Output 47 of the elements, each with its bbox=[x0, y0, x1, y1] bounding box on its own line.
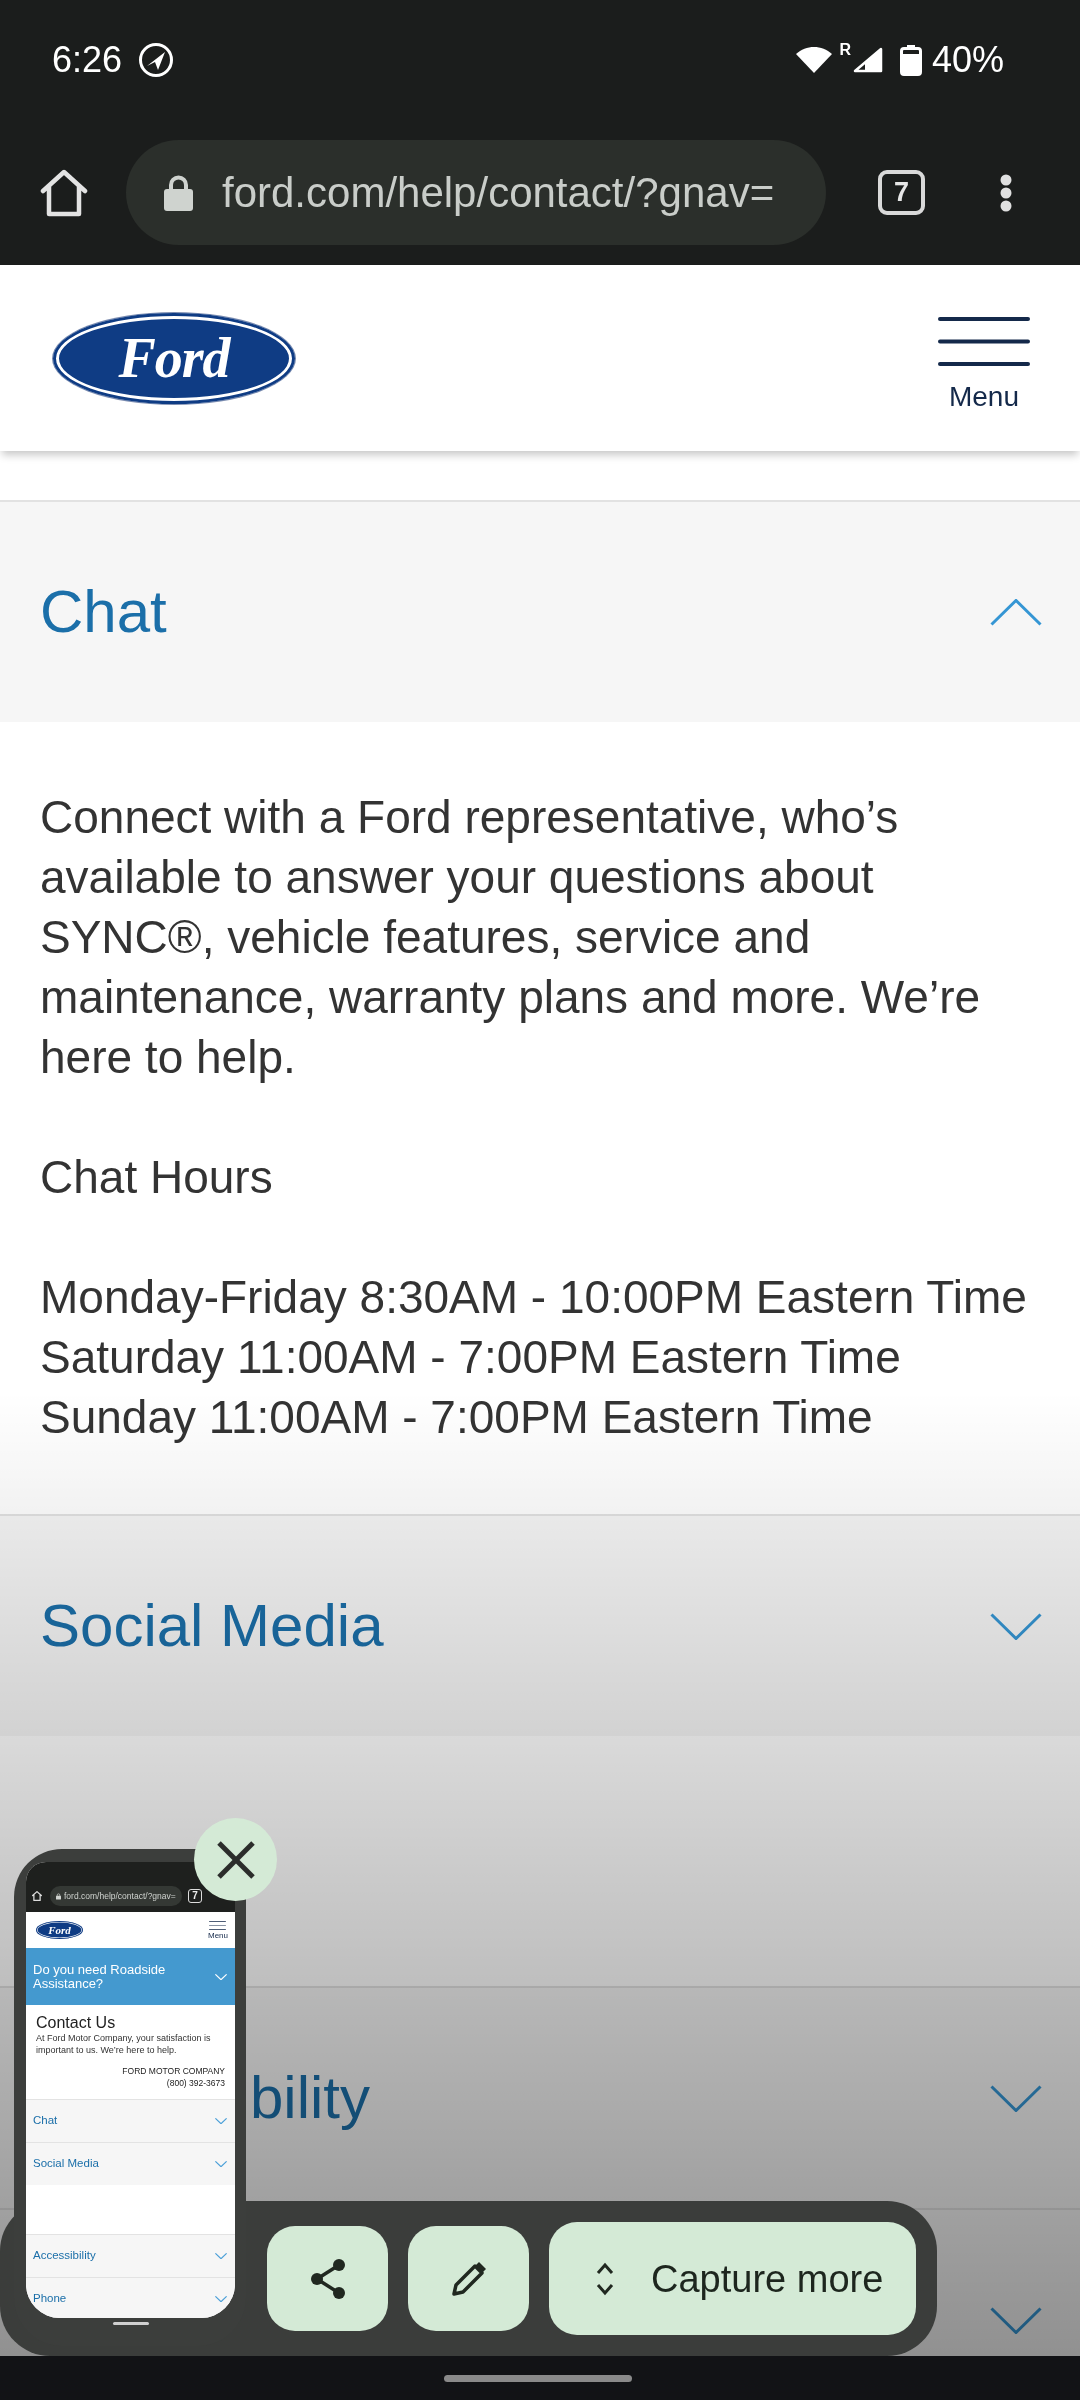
home-icon[interactable] bbox=[40, 168, 88, 217]
roaming-indicator: R bbox=[839, 42, 851, 58]
accordion-header[interactable]: Chat bbox=[0, 502, 1080, 722]
logo-wordmark: Ford bbox=[118, 330, 230, 386]
close-icon bbox=[215, 1839, 256, 1880]
chevron-down-icon bbox=[215, 1973, 227, 1980]
expand-icon bbox=[596, 2261, 614, 2296]
mini-phone-number: (800) 392-3673 bbox=[166, 2077, 225, 2089]
hours-heading: Chat Hours bbox=[40, 1150, 274, 1205]
banner-text: Do you need Roadside Assistance? bbox=[33, 1963, 167, 1990]
mini-intro-text: At Ford Motor Company, your satisfaction is important to us. We’re here to help. bbox=[36, 2033, 212, 2056]
mini-home-icon bbox=[32, 1891, 42, 1901]
share-button[interactable] bbox=[267, 2226, 388, 2331]
battery-icon bbox=[899, 44, 922, 76]
mini-accordion-title: Phone bbox=[33, 2293, 67, 2305]
address-bar[interactable]: ford.com/help/contact/?gnav= bbox=[126, 140, 826, 245]
hours-text: Sunday 11:00AM - 7:00PM Eastern Time bbox=[40, 1390, 874, 1445]
capture-more-button[interactable]: Capture more bbox=[549, 2222, 916, 2335]
mini-menu-label: Menu bbox=[208, 1931, 228, 1940]
hours-text: Saturday 11:00AM - 7:00PM Eastern Time bbox=[40, 1330, 902, 1385]
mini-address-bar: ford.com/help/contact/?gnav= bbox=[50, 1886, 182, 1906]
mini-logo-wordmark: Ford bbox=[48, 1924, 71, 1936]
lock-icon bbox=[164, 174, 193, 211]
hours-text: Monday-Friday 8:30AM - 10:00PM Eastern Time bbox=[40, 1270, 1028, 1325]
menu-icon bbox=[938, 317, 1030, 366]
share-icon bbox=[309, 2258, 346, 2299]
wifi-icon bbox=[795, 46, 834, 74]
menu-button[interactable]: Menu bbox=[938, 305, 1030, 411]
mini-company-name: FORD MOTOR COMPANY bbox=[122, 2065, 225, 2077]
pencil-icon bbox=[450, 2260, 487, 2297]
clock-text: 6:26 bbox=[52, 42, 123, 78]
logo-oval[interactable]: Ford bbox=[53, 312, 295, 404]
more-options-icon[interactable] bbox=[1000, 173, 1012, 212]
body-text: Connect with a Ford representative, who’s available to answer your questions about SYNC®, vehicle features, service and maintenance, warranty plans and more. We’re here to help. bbox=[40, 790, 982, 1085]
signal-icon bbox=[852, 47, 883, 73]
mini-home-indicator bbox=[112, 2322, 149, 2325]
mini-accordion-title: Accessibility bbox=[33, 2250, 96, 2262]
battery-percent: 40% bbox=[931, 42, 1004, 78]
mini-accordion-title: Social Media bbox=[33, 2158, 99, 2170]
accordion-header[interactable]: Social Media bbox=[0, 1516, 1080, 1736]
gesture-handle[interactable] bbox=[444, 2374, 632, 2382]
edit-button[interactable] bbox=[408, 2226, 529, 2331]
mini-accordion-title: Chat bbox=[33, 2115, 58, 2127]
mini-lock-icon bbox=[56, 1892, 61, 1900]
tab-count-button[interactable]: 7 bbox=[878, 170, 925, 215]
mini-heading: Contact Us bbox=[36, 2014, 117, 2032]
mini-menu-icon bbox=[209, 1920, 227, 1930]
